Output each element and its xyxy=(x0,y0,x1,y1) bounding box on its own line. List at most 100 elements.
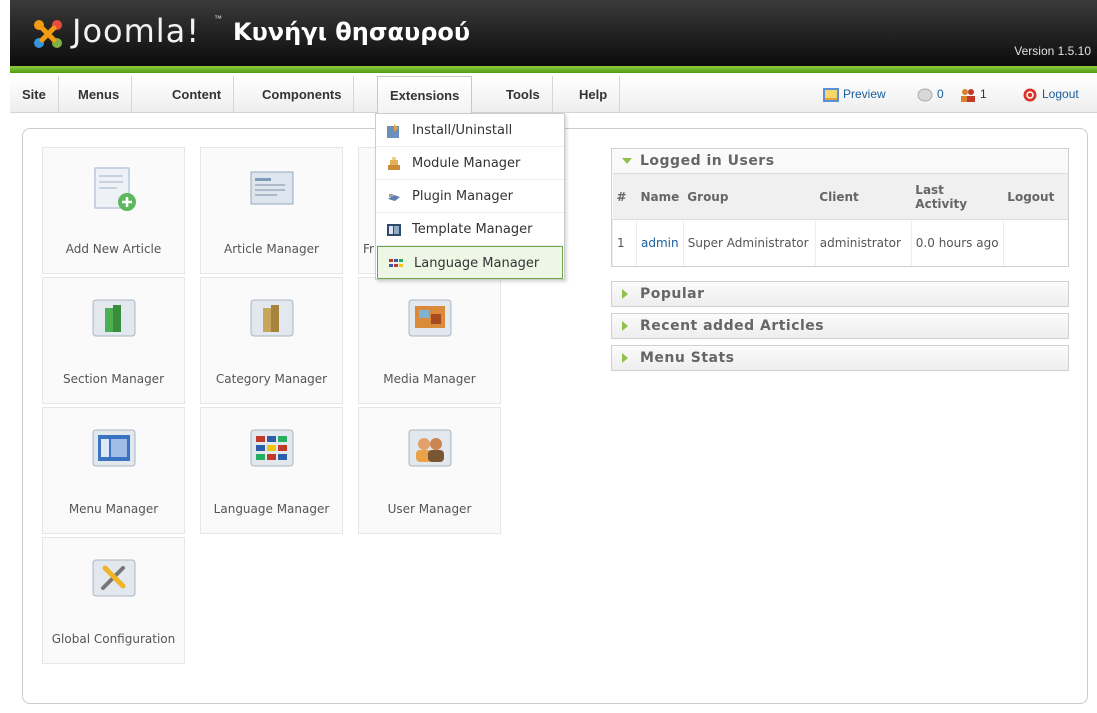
quick-icon-language-manager[interactable]: Language Manager xyxy=(200,407,343,534)
menu-item-label: Template Manager xyxy=(412,222,533,237)
article-manager-icon xyxy=(250,171,294,205)
user-name-cell: admin xyxy=(636,219,684,266)
quick-icon-label: Global Configuration xyxy=(51,632,176,646)
column-header: Logout xyxy=(1003,173,1068,220)
users-count: 1 xyxy=(980,87,987,101)
global-configuration-icon xyxy=(92,559,136,597)
expand-arrow-icon xyxy=(622,353,628,363)
panel-title: Popular xyxy=(640,286,705,302)
menu-item-plugin-manager[interactable]: Plugin Manager xyxy=(376,180,564,213)
menu-tools[interactable]: Tools xyxy=(494,76,553,113)
user-last-activity: 0.0 hours ago xyxy=(910,219,1004,266)
messages-link[interactable]: 0 xyxy=(917,76,944,113)
logout-icon xyxy=(1023,88,1037,101)
table-header-row: # Name Group Client Last Activity Logout xyxy=(612,173,1068,220)
user-group: Super Administrator xyxy=(682,219,816,266)
menu-stats-panel: Menu Stats xyxy=(611,345,1069,371)
logged-in-users-toggle[interactable]: Logged in Users xyxy=(612,149,1068,173)
quick-icon-menu-manager[interactable]: Menu Manager xyxy=(42,407,185,534)
panel-title: Menu Stats xyxy=(640,350,735,366)
quick-icon-label: Menu Manager xyxy=(68,502,159,516)
header-accent-stripe xyxy=(10,66,1097,73)
menu-components[interactable]: Components xyxy=(250,76,355,113)
logo-trademark: ™ xyxy=(214,14,222,23)
quick-icon-add-new-article[interactable]: Add New Article xyxy=(42,147,185,274)
quick-icon-user-manager[interactable]: User Manager xyxy=(358,407,501,534)
expand-arrow-icon xyxy=(622,321,628,331)
logged-in-users-panel: Logged in Users # Name Group Client Last… xyxy=(611,148,1069,267)
module-icon xyxy=(388,157,400,170)
quick-icon-global-configuration[interactable]: Global Configuration xyxy=(42,537,185,664)
popular-toggle[interactable]: Popular xyxy=(612,282,1068,306)
quick-icon-section-manager[interactable]: Section Manager xyxy=(42,277,185,404)
quick-icon-label: Add New Article xyxy=(65,242,162,256)
quick-icon-article-manager[interactable]: Article Manager xyxy=(200,147,343,274)
quick-icon-label: Section Manager xyxy=(63,372,164,386)
quick-icon-label: Media Manager xyxy=(383,372,476,386)
menu-item-label: Plugin Manager xyxy=(412,189,513,204)
quick-icon-category-manager[interactable]: Category Manager xyxy=(200,277,343,404)
panel-title: Logged in Users xyxy=(640,153,775,169)
menu-item-language-manager[interactable]: Language Manager xyxy=(377,246,563,279)
language-icon xyxy=(389,259,403,267)
version-label: Version 1.5.10 xyxy=(1014,44,1091,58)
preview-label: Preview xyxy=(843,87,886,101)
menu-item-label: Language Manager xyxy=(414,256,540,271)
language-manager-icon xyxy=(250,429,294,467)
user-manager-icon xyxy=(408,429,452,467)
column-header: Name xyxy=(636,173,684,220)
quick-icon-label: Language Manager xyxy=(213,502,330,516)
panel-title: Recent added Articles xyxy=(640,318,825,334)
menu-item-label: Install/Uninstall xyxy=(412,123,513,138)
recent-articles-toggle[interactable]: Recent added Articles xyxy=(612,314,1068,338)
recent-articles-panel: Recent added Articles xyxy=(611,313,1069,339)
media-manager-icon xyxy=(408,299,452,337)
menu-stats-toggle[interactable]: Menu Stats xyxy=(612,346,1068,370)
quick-icon-label: User Manager xyxy=(387,502,472,516)
site-name: Κυνήγι θησαυρού xyxy=(233,18,471,46)
column-header: # xyxy=(612,173,637,220)
messages-icon xyxy=(917,88,933,101)
preview-icon xyxy=(823,87,839,102)
joomla-logo-icon xyxy=(34,20,62,48)
logout-label: Logout xyxy=(1042,87,1079,101)
add-article-icon xyxy=(94,167,136,211)
logged-in-users-table: # Name Group Client Last Activity Logout… xyxy=(612,173,1068,266)
menu-help[interactable]: Help xyxy=(567,76,621,113)
users-icon xyxy=(961,88,975,102)
quick-icon-label: Article Manager xyxy=(224,242,319,256)
menu-item-install-uninstall[interactable]: Install/Uninstall xyxy=(376,114,564,147)
collapse-arrow-icon xyxy=(622,158,632,164)
popular-panel: Popular xyxy=(611,281,1069,307)
column-header: Client xyxy=(815,173,912,220)
menu-content[interactable]: Content xyxy=(160,76,235,113)
table-row: 1 admin Super Administrator administrato… xyxy=(612,219,1068,266)
preview-link[interactable]: Preview xyxy=(823,76,886,113)
user-logout-cell xyxy=(1002,219,1068,266)
column-header: Group xyxy=(683,173,816,220)
joomla-logo-text: Joomla! xyxy=(72,12,201,50)
online-users[interactable]: 1 xyxy=(960,76,987,113)
user-name-link[interactable]: admin xyxy=(641,236,679,250)
messages-count: 0 xyxy=(937,87,944,101)
menu-item-template-manager[interactable]: Template Manager xyxy=(376,213,564,246)
column-header: Last Activity xyxy=(911,173,1004,220)
section-manager-icon xyxy=(92,299,136,337)
user-client: administrator xyxy=(814,219,912,266)
menu-site[interactable]: Site xyxy=(10,76,59,113)
quick-icon-label: Category Manager xyxy=(215,372,328,386)
menu-item-module-manager[interactable]: Module Manager xyxy=(376,147,564,180)
menu-menus[interactable]: Menus xyxy=(66,76,133,113)
menu-extensions[interactable]: Extensions xyxy=(377,76,473,113)
logout-link[interactable]: Logout xyxy=(1022,76,1079,113)
menu-manager-icon xyxy=(92,429,136,467)
plugin-icon xyxy=(388,194,400,201)
extensions-dropdown-menu: Install/Uninstall Module Manager Plugin … xyxy=(375,113,565,280)
menu-item-label: Module Manager xyxy=(412,156,521,171)
row-number: 1 xyxy=(612,219,637,266)
install-icon xyxy=(387,124,399,138)
template-icon xyxy=(387,224,401,236)
quick-icon-media-manager[interactable]: Media Manager xyxy=(358,277,501,404)
expand-arrow-icon xyxy=(622,289,628,299)
category-manager-icon xyxy=(250,299,294,337)
